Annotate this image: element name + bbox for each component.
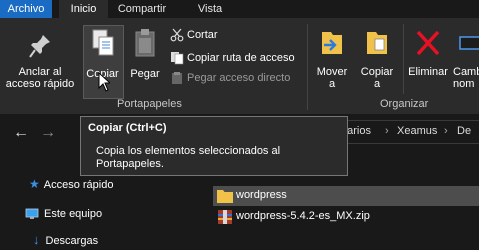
group-portapapeles-label: Portapapeles [117,98,182,110]
nav-downloads-label: Descargas [45,235,99,247]
move-to-button[interactable]: Mover a [312,28,352,90]
file-row-wordpress-zip[interactable]: wordpress-5.4.2-es_MX.zip [213,207,479,227]
breadcrumb-separator-icon: › [385,125,389,137]
cut-label: Cortar [187,29,218,41]
group-separator [307,24,308,110]
pin-label-line2: acceso rápido [5,78,75,90]
copy-path-icon [171,52,184,65]
group-organizar-label: Organizar [380,98,429,110]
delete-x-icon [416,30,440,56]
nav-this-pc-label: Este equipo [44,208,103,220]
tooltip-description: Copia los elementos seleccionados al Por… [96,145,281,170]
ribbon: Anclar al acceso rápido Copiar Pegar Cor… [0,18,479,114]
tooltip-title: Copiar (Ctrl+C) [88,122,167,134]
address-bar[interactable]: uarios › Xeamus › De [340,120,479,144]
tab-inicio[interactable]: Inicio [59,0,108,18]
breadcrumb-xeamus[interactable]: Xeamus [397,125,437,137]
breadcrumb-desktop[interactable]: De [457,125,471,137]
copy-to-label-line1: Copiar [360,66,394,78]
paste-shortcut-icon [172,72,182,85]
rename-button[interactable]: Camb nom [453,28,479,90]
delete-label: Eliminar [408,66,448,78]
move-to-label-line2: a [328,78,336,90]
nav-quick-access-label: Acceso rápido [43,179,114,191]
nav-this-pc[interactable]: Este equipo [25,208,102,220]
rename-icon [459,36,479,50]
organize-separator [403,24,404,94]
copy-to-button[interactable]: Copiar a [357,28,397,90]
pin-icon [29,35,50,58]
copy-to-folder-icon [367,32,387,54]
clipboard-icon [135,29,155,57]
download-arrow-icon: ↓ [33,232,40,247]
tab-compartir[interactable]: Compartir [112,0,172,18]
tab-vista[interactable]: Vista [189,0,231,18]
pin-quick-access-button[interactable]: Anclar al acceso rápido [4,32,76,90]
breadcrumb-separator-icon: › [444,125,448,137]
nav-quick-access[interactable]: ★ Acceso rápido [29,177,113,191]
delete-button[interactable]: Eliminar [408,28,448,78]
paste-shortcut-label: Pegar acceso directo [187,72,291,84]
copy-to-label-line2: a [373,78,381,90]
file-name: wordpress [236,189,287,201]
copy-path-button[interactable]: Copiar ruta de acceso [170,51,295,65]
move-to-folder-icon [322,32,342,54]
zip-archive-icon [218,210,232,224]
ribbon-tab-bar: Archivo Inicio Compartir Vista [0,0,479,18]
paste-label: Pegar [130,68,160,80]
paste-button[interactable]: Pegar [126,28,164,80]
scissors-icon [170,28,184,42]
file-row-wordpress[interactable]: wordpress [213,186,479,206]
copy-tooltip: Copiar (Ctrl+C) Copia los elementos sele… [80,116,348,176]
folder-icon [217,190,233,203]
file-name: wordpress-5.4.2-es_MX.zip [236,210,370,222]
forward-arrow-icon[interactable]: → [40,124,56,142]
nav-downloads[interactable]: ↓ Descargas [33,232,98,247]
rename-label-line2: nom [453,78,475,90]
monitor-icon [25,208,39,220]
pin-label-line1: Anclar al [18,66,62,78]
mouse-cursor-icon [98,72,110,92]
cut-button[interactable]: Cortar [170,28,218,42]
copy-path-label: Copiar ruta de acceso [187,52,295,64]
copy-icon [92,29,113,56]
back-arrow-icon[interactable]: ← [13,124,29,142]
rename-label-line1: Camb [453,66,479,78]
paste-shortcut-button[interactable]: Pegar acceso directo [170,71,290,85]
move-to-label-line1: Mover [316,66,348,78]
tab-archivo[interactable]: Archivo [0,0,52,18]
star-icon: ★ [29,177,40,191]
